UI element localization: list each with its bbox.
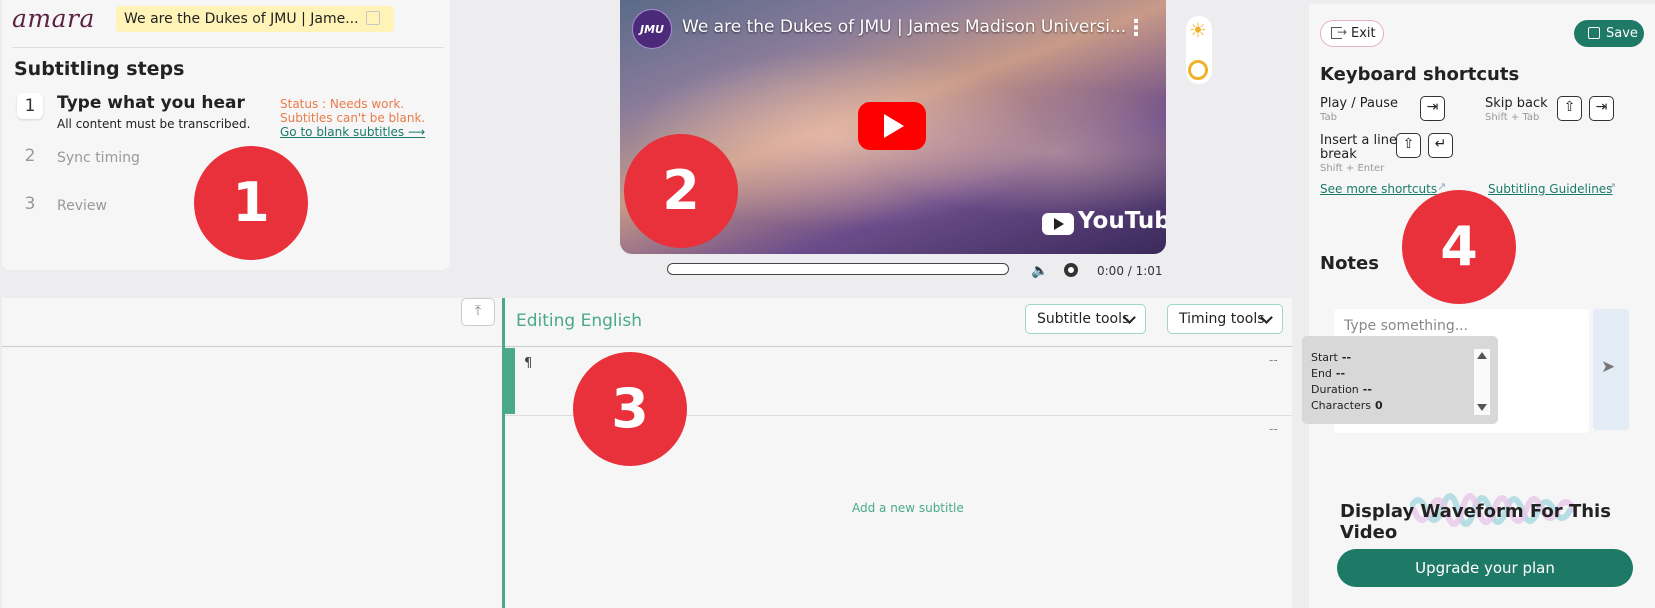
edit-icon[interactable] <box>366 11 380 25</box>
save-button[interactable]: Save <box>1574 20 1644 47</box>
active-row-marker <box>505 348 515 414</box>
sun-icon[interactable]: ☀ <box>1189 18 1207 42</box>
step-1-description: All content must be transcribed. <box>57 117 251 131</box>
scroll-down-icon[interactable] <box>1477 404 1487 411</box>
annotation-badge-4: 4 <box>1402 190 1516 304</box>
subtitle-text-input[interactable]: ¶ <box>524 356 532 371</box>
timing-end-value: -- <box>1335 367 1346 380</box>
shortcut-play-pause-label: Play / Pause <box>1320 96 1398 111</box>
shortcut-skip-back-hint: Shift + Tab <box>1485 112 1540 123</box>
step-3-number: 3 <box>24 194 36 214</box>
see-more-shortcuts-link[interactable]: See more shortcuts <box>1320 182 1437 196</box>
timing-tools-dropdown[interactable]: Timing tools <box>1167 304 1283 334</box>
video-title-field[interactable]: We are the Dukes of JMU | Jame... <box>116 6 394 32</box>
step-1-label: Type what you hear <box>57 93 245 113</box>
subtitle-tools-dropdown[interactable]: Subtitle tools <box>1025 304 1146 334</box>
timing-duration-value: -- <box>1362 383 1372 396</box>
waveform-heading: Display Waveform For This Video <box>1340 501 1611 543</box>
shortcut-line-break-label: Insert a line <box>1320 133 1397 148</box>
shortcut-skip-back-label: Skip back <box>1485 96 1548 111</box>
timing-duration: Duration -- <box>1311 383 1372 396</box>
step-3-label: Review <box>57 198 107 214</box>
upgrade-plan-button[interactable]: Upgrade your plan <box>1337 549 1633 587</box>
external-link-icon: ↗ <box>1607 180 1617 193</box>
shortcut-line-break-label-2: break <box>1320 147 1357 162</box>
channel-logo[interactable]: JMU <box>632 9 672 49</box>
divider <box>12 47 444 48</box>
annotation-badge-3: 3 <box>573 352 687 466</box>
exit-arrow-icon: → <box>1337 25 1348 39</box>
youtube-play-icon <box>1054 218 1064 230</box>
add-subtitle-link[interactable]: Add a new subtitle <box>852 501 964 515</box>
exit-button[interactable]: Exit <box>1320 20 1384 47</box>
video-title[interactable]: We are the Dukes of JMU | James Madison … <box>682 17 1126 37</box>
timing-characters-value: 0 <box>1375 399 1383 412</box>
shortcuts-heading: Keyboard shortcuts <box>1320 64 1520 85</box>
row-1-timing: -- <box>1269 353 1278 367</box>
timing-start: Start -- <box>1311 351 1351 364</box>
timing-characters: Characters 0 <box>1311 399 1383 412</box>
step-2-label: Sync timing <box>57 150 140 166</box>
subtitling-guidelines-link[interactable]: Subtitling Guidelines <box>1488 182 1612 196</box>
save-icon <box>1588 27 1600 39</box>
tab-key-icon: ⇥ <box>1420 96 1445 121</box>
timing-characters-label: Characters <box>1311 399 1372 412</box>
step-1-number: 1 <box>17 93 43 119</box>
subtitle-tools-label: Subtitle tools <box>1037 311 1130 327</box>
steps-heading: Subtitling steps <box>14 58 185 80</box>
annotation-badge-1: 1 <box>194 146 308 260</box>
scroll-up-icon[interactable] <box>1477 352 1487 359</box>
shortcut-play-pause-hint: Tab <box>1320 112 1337 123</box>
time-display: 0:00 / 1:01 <box>1097 264 1163 278</box>
amara-logo[interactable]: amara <box>12 4 95 33</box>
step-2-number: 2 <box>24 146 36 166</box>
timing-duration-label: Duration <box>1311 383 1359 396</box>
shift-key-icon: ⇧ <box>1396 133 1421 158</box>
status-warning: Subtitles can't be blank. <box>280 111 426 125</box>
go-to-blank-subtitles-link[interactable]: Go to blank subtitles ⟶ <box>280 125 425 139</box>
notes-heading: Notes <box>1320 253 1379 274</box>
timing-start-label: Start <box>1311 351 1338 364</box>
annotation-badge-2: 2 <box>624 134 738 248</box>
timing-end: End -- <box>1311 367 1345 380</box>
row-2-timing: -- <box>1269 422 1278 436</box>
volume-icon[interactable]: 🔈 <box>1031 263 1048 279</box>
timing-end-label: End <box>1311 367 1332 380</box>
timing-tools-label: Timing tools <box>1179 311 1265 327</box>
editing-language-label: Editing English <box>516 311 642 331</box>
upload-icon[interactable]: ⤒ <box>461 298 495 326</box>
settings-icon-center <box>1068 267 1074 273</box>
play-icon <box>884 114 904 138</box>
send-icon[interactable]: ➤ <box>1601 357 1615 377</box>
divider <box>2 346 1292 347</box>
progress-bar[interactable] <box>667 263 1009 275</box>
tab-key-icon: ⇥ <box>1589 96 1614 121</box>
shortcut-line-break-hint: Shift + Enter <box>1320 163 1385 174</box>
editor-divider <box>502 298 505 608</box>
enter-key-icon: ↵ <box>1428 133 1453 158</box>
more-options-icon[interactable]: ⋮ <box>1125 16 1147 41</box>
timing-start-value: -- <box>1341 351 1352 364</box>
youtube-wordmark[interactable]: YouTube <box>1078 208 1166 234</box>
toggle-knob-icon[interactable] <box>1188 60 1208 80</box>
status-text: Status : Needs work. <box>280 97 405 111</box>
shift-key-icon: ⇧ <box>1557 96 1582 121</box>
